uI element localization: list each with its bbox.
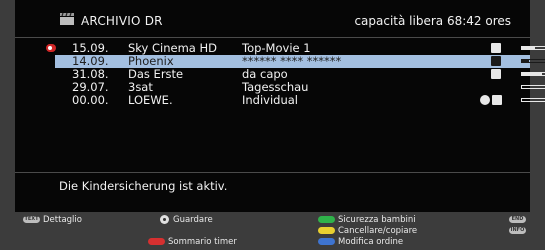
detail-hint[interactable]: TEXT Dettaglio (23, 215, 82, 225)
timer-icon (480, 95, 490, 105)
recording-title: Individual (242, 93, 299, 107)
yellow-key-icon (318, 227, 335, 234)
child-lock-hint[interactable]: Sicurezza bambini (318, 215, 416, 225)
info-key-icon: INFO (509, 227, 526, 234)
end-key-icon: END (509, 216, 526, 223)
progress-bar (521, 85, 545, 89)
status-message: Die Kindersicherung ist aktiv. (59, 179, 228, 193)
green-key-icon (318, 216, 335, 223)
play-icon (491, 69, 501, 79)
clapperboard-icon (60, 12, 74, 25)
progress-bar (521, 72, 545, 76)
lock-icon (491, 56, 501, 66)
recording-row[interactable]: 14.09. Phoenix ****** **** ****** (55, 55, 545, 68)
progress-bar (521, 98, 545, 102)
header: ARCHIVIO DR capacità libera 68:42 ores (15, 12, 530, 34)
detail-label: Dettaglio (43, 215, 82, 225)
end-hint[interactable]: END (509, 215, 529, 225)
record-icon (492, 95, 502, 105)
button-legend: TEXT Dettaglio Guardare Sommario timer Si… (0, 212, 545, 250)
timer-overview-hint[interactable]: Sommario timer (148, 237, 237, 247)
watch-label: Guardare (173, 215, 213, 225)
timer-overview-label: Sommario timer (168, 237, 237, 247)
change-order-label: Modifica ordine (338, 237, 404, 247)
recording-channel: LOEWE. (128, 93, 173, 107)
free-space-label: capacità libera 68:42 ores (354, 14, 511, 28)
ok-button-icon (160, 215, 169, 224)
archive-screen: ARCHIVIO DR capacità libera 68:42 ores 1… (15, 0, 545, 212)
header-divider (15, 37, 530, 38)
key-icon (491, 43, 501, 53)
watch-hint[interactable]: Guardare (160, 215, 213, 225)
new-recording-icon (46, 44, 56, 52)
blue-key-icon (318, 238, 335, 245)
delete-copy-hint[interactable]: Cancellare/copiare (318, 226, 417, 236)
progress-bar (521, 46, 545, 50)
archive-title: ARCHIVIO DR (81, 14, 163, 28)
delete-copy-label: Cancellare/copiare (338, 226, 418, 236)
recording-date: 00.00. (72, 93, 109, 107)
status-divider (15, 172, 530, 173)
recording-row[interactable]: 00.00. LOEWE. Individual (55, 93, 545, 107)
info-hint[interactable]: INFO (509, 226, 529, 236)
progress-bar (521, 59, 545, 63)
change-order-hint[interactable]: Modifica ordine (318, 237, 403, 247)
red-key-icon (148, 238, 165, 245)
text-key-icon: TEXT (23, 216, 40, 223)
child-lock-label: Sicurezza bambini (338, 215, 416, 225)
